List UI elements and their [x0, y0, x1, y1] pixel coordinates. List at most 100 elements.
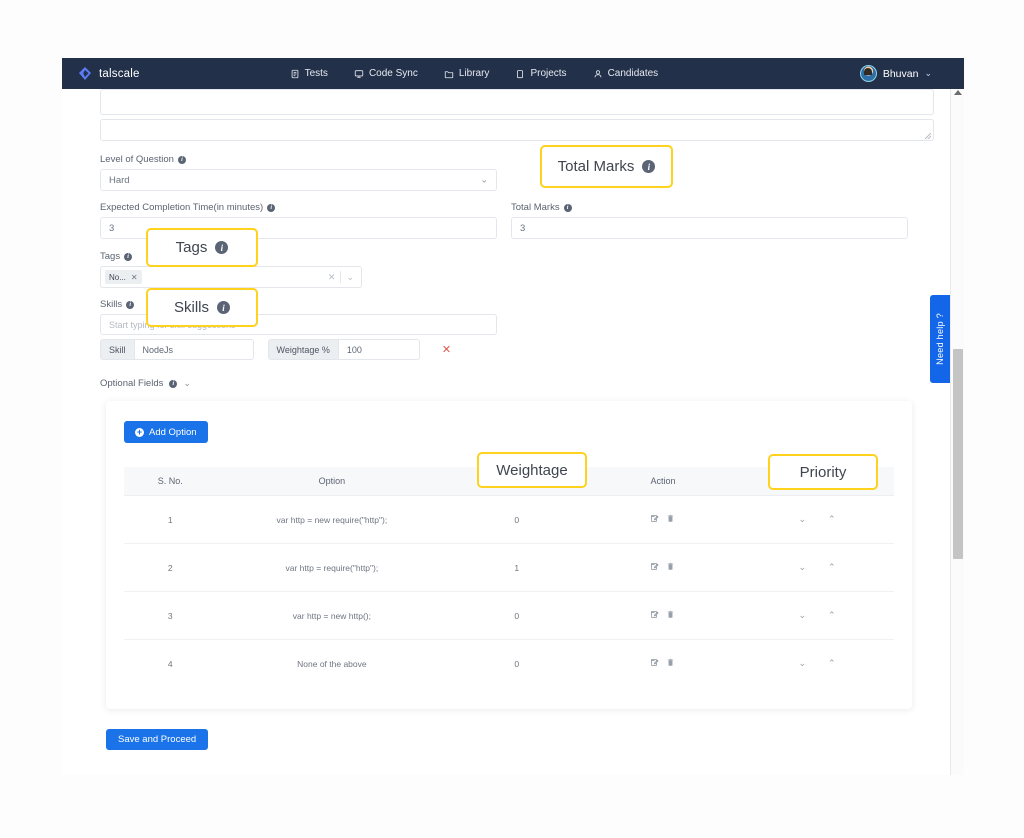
- scroll-up-arrow-icon[interactable]: [954, 90, 962, 95]
- nav-item-library[interactable]: Library: [444, 68, 490, 79]
- page-body: Need help ? Level of Question i Hard ⌄ E…: [62, 89, 964, 775]
- column-header-sno: S. No.: [124, 467, 217, 496]
- cell-weightage: 0: [514, 658, 520, 669]
- edit-icon[interactable]: [650, 562, 660, 573]
- info-icon[interactable]: i: [169, 379, 178, 388]
- cell-option: var http = new require("http");: [216, 495, 448, 544]
- form-content: Level of Question i Hard ⌄ Expected Comp…: [62, 89, 964, 750]
- total-marks-group: Total Marks i 3: [511, 202, 908, 239]
- callout-total-marks: Total Marks i: [540, 145, 673, 188]
- user-menu[interactable]: Bhuvan ⌄: [859, 65, 950, 82]
- delete-icon[interactable]: [666, 514, 675, 525]
- delete-icon[interactable]: [666, 562, 675, 573]
- info-icon[interactable]: i: [177, 155, 186, 164]
- document-icon: [290, 69, 300, 79]
- weightage-addon-label: Weightage %: [267, 339, 338, 360]
- cell-weightage: 0: [447, 591, 586, 640]
- edit-icon[interactable]: [650, 658, 660, 669]
- callout-skills-label: Skills: [173, 299, 209, 316]
- total-marks-input[interactable]: 3: [511, 217, 908, 239]
- tags-select[interactable]: No... ✕ ✕ ⌄: [100, 266, 362, 288]
- options-card: + Add Option S. No. Option Weightage Act…: [106, 401, 912, 709]
- priority-down-icon[interactable]: ⌄: [798, 562, 806, 573]
- priority-down-icon[interactable]: ⌄: [798, 658, 806, 669]
- tag-chip-label: No...: [109, 272, 126, 282]
- priority-up-icon[interactable]: ⌃: [828, 610, 836, 621]
- divider: [340, 271, 342, 283]
- vertical-scrollbar[interactable]: [950, 89, 964, 775]
- priority-down-icon[interactable]: ⌄: [798, 610, 806, 621]
- edit-icon[interactable]: [650, 610, 660, 621]
- cell-sno: 3: [124, 591, 217, 640]
- need-help-tab[interactable]: Need help ?: [930, 295, 950, 383]
- cell-action: [585, 591, 740, 640]
- info-icon[interactable]: i: [563, 203, 572, 212]
- skill-addon-label: Skill: [100, 339, 134, 360]
- priority-up-icon[interactable]: ⌃: [828, 658, 836, 669]
- user-name: Bhuvan: [882, 67, 919, 80]
- brand-logo-group[interactable]: talscale: [78, 66, 140, 81]
- chevron-down-icon[interactable]: ⌄: [183, 378, 191, 389]
- add-option-button[interactable]: + Add Option: [124, 421, 208, 443]
- level-of-question-value: Hard: [109, 174, 130, 186]
- total-marks-label-row: Total Marks i: [511, 202, 908, 213]
- info-icon[interactable]: i: [126, 300, 135, 309]
- nav-label-library: Library: [458, 68, 490, 79]
- expected-time-label: Expected Completion Time(in minutes): [100, 202, 264, 213]
- cell-priority: ⌄ ⌃: [739, 543, 894, 592]
- chevron-down-icon[interactable]: ⌄: [346, 272, 354, 283]
- priority-up-icon[interactable]: ⌃: [828, 562, 836, 573]
- cell-action: [585, 495, 740, 544]
- priority-up-icon[interactable]: ⌃: [828, 514, 836, 525]
- scrollbar-thumb[interactable]: [953, 349, 963, 559]
- level-of-question-group: Level of Question i Hard ⌄: [100, 154, 497, 191]
- skills-label: Skills: [100, 299, 123, 310]
- options-table: S. No. Option Weightage Action Priority …: [124, 467, 894, 687]
- column-header-option: Option: [216, 467, 448, 496]
- nav-item-candidates[interactable]: Candidates: [593, 68, 658, 79]
- skill-row: Skill NodeJs Weightage % 100 ✕: [100, 339, 934, 360]
- table-row: 1 var http = new require("http"); 0 ⌄ ⌃: [124, 495, 894, 544]
- remove-skill-icon[interactable]: ✕: [442, 343, 451, 356]
- close-icon[interactable]: ✕: [131, 273, 138, 282]
- skill-name-input[interactable]: NodeJs: [133, 339, 254, 360]
- priority-down-icon[interactable]: ⌄: [798, 514, 806, 525]
- nav-label-tests: Tests: [304, 68, 328, 79]
- callout-weightage: Weightage: [477, 452, 587, 488]
- resize-handle[interactable]: [925, 133, 931, 139]
- cell-priority: ⌄ ⌃: [739, 495, 894, 544]
- optional-fields-toggle[interactable]: Optional Fields i ⌄: [100, 378, 934, 389]
- save-and-proceed-button[interactable]: Save and Proceed: [106, 729, 209, 750]
- question-field-top[interactable]: [100, 89, 934, 115]
- info-icon: i: [215, 241, 229, 254]
- application-window: talscale Tests Code Sync Library Project…: [62, 58, 964, 775]
- callout-priority-label: Priority: [799, 463, 847, 481]
- level-of-question-select[interactable]: Hard ⌄: [100, 169, 497, 191]
- talscale-logo-icon: [78, 66, 92, 81]
- plus-icon: +: [135, 426, 144, 437]
- edit-icon[interactable]: [650, 514, 660, 525]
- callout-priority: Priority: [768, 454, 878, 490]
- tag-chip[interactable]: No... ✕: [105, 270, 142, 284]
- skill-weightage-input[interactable]: 100: [337, 339, 420, 360]
- question-description-textarea[interactable]: [100, 119, 934, 141]
- cell-weightage: 1: [447, 543, 586, 592]
- nav-item-tests[interactable]: Tests: [290, 68, 328, 79]
- chevron-down-icon: ⌄: [480, 174, 488, 185]
- cell-weightage: 0: [447, 495, 586, 544]
- info-icon[interactable]: i: [124, 252, 133, 261]
- cell-action: [585, 543, 740, 592]
- avatar: [859, 65, 877, 82]
- expected-time-label-row: Expected Completion Time(in minutes) i: [100, 202, 497, 213]
- delete-icon[interactable]: [666, 610, 675, 621]
- nav-item-projects[interactable]: Projects: [515, 68, 567, 79]
- table-row: 4 None of the above 0 ⌄ ⌃: [124, 640, 894, 688]
- delete-icon[interactable]: [666, 658, 675, 669]
- total-marks-label: Total Marks: [511, 202, 560, 213]
- optional-fields-label: Optional Fields: [100, 378, 164, 389]
- top-navbar: talscale Tests Code Sync Library Project…: [62, 58, 964, 89]
- info-icon[interactable]: i: [267, 203, 276, 212]
- info-icon: i: [217, 301, 230, 314]
- nav-item-code-sync[interactable]: Code Sync: [354, 68, 418, 79]
- clear-icon[interactable]: ✕: [328, 272, 336, 283]
